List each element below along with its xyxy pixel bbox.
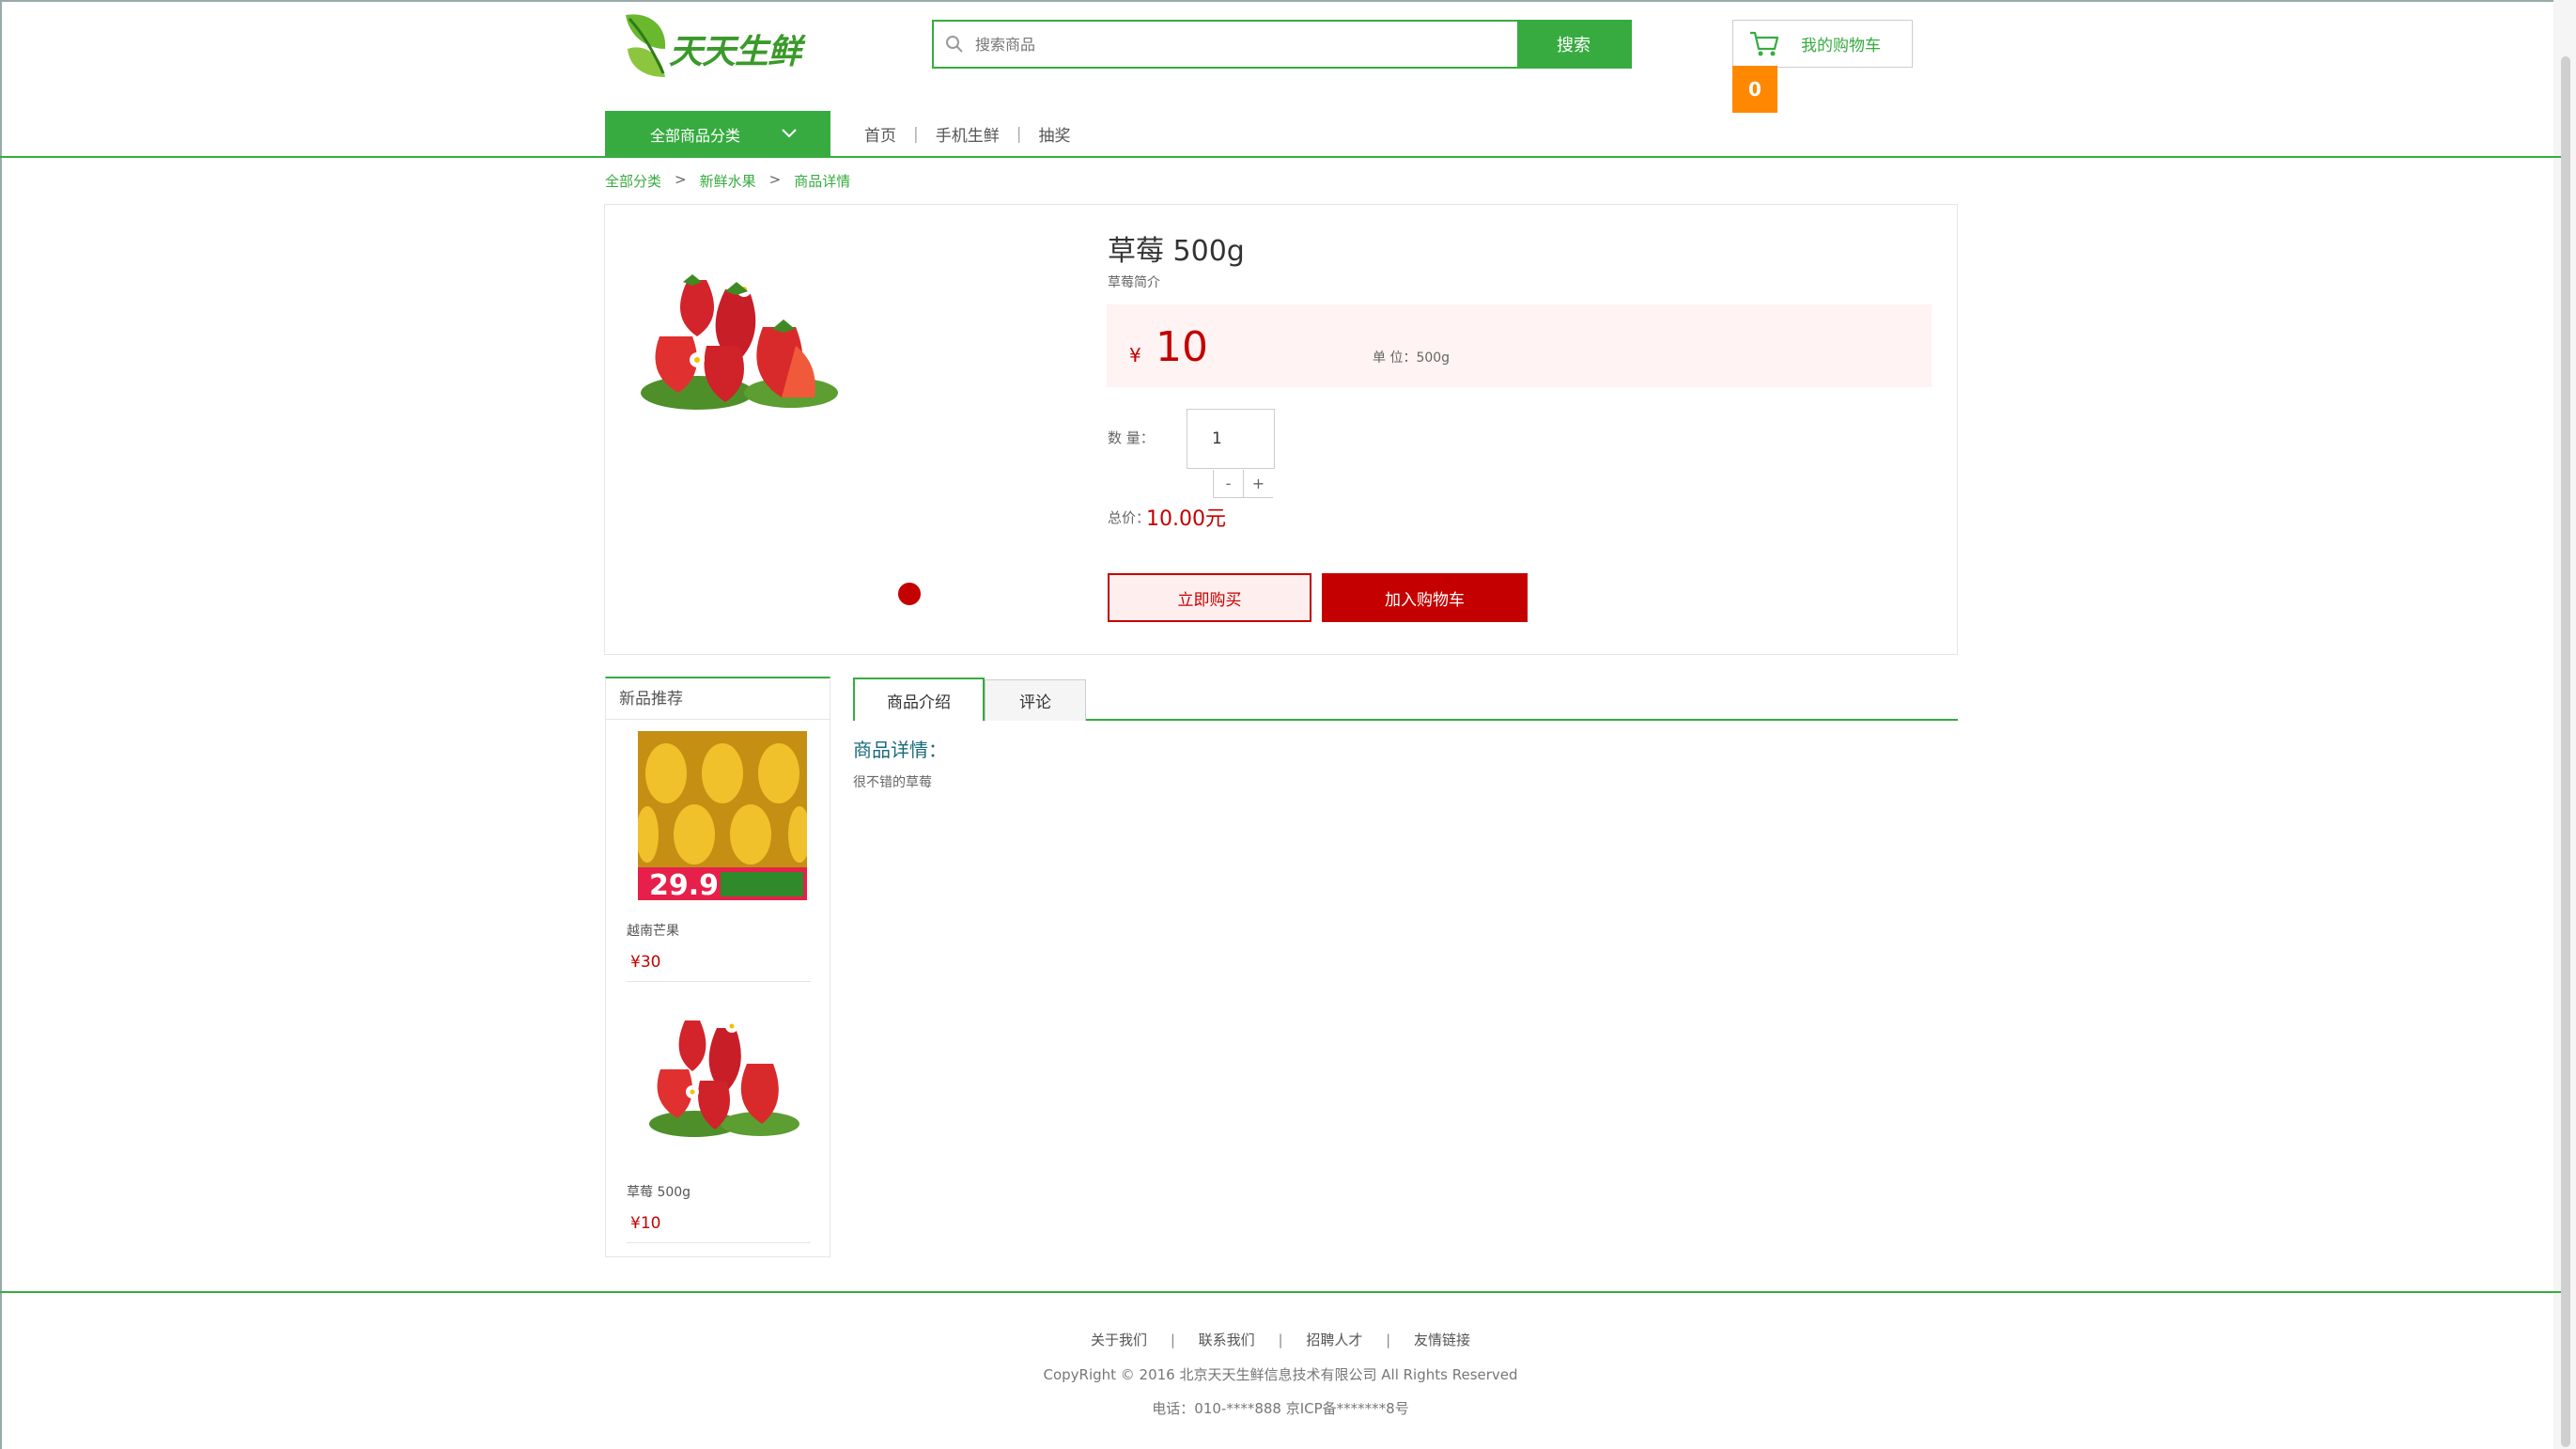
quantity-input[interactable]: 1 [1187,409,1275,469]
footer-separator: | [1386,1332,1391,1348]
detail-title: 商品详情： [853,739,947,761]
nav-link-mobile-fresh[interactable]: 手机生鲜 [936,122,1000,146]
total-price: 10.00元 [1146,507,1226,531]
total-price-label: 总价： [1108,509,1151,526]
chevron-down-icon [782,129,797,138]
search-bar: 搜索 [932,20,1632,69]
detail-text: 很不错的草莓 [853,775,932,790]
item-divider [627,1242,811,1243]
image-carousel-dot[interactable] [898,583,921,605]
main-nav: 首页 | 手机生鲜 | 抽奖 [864,122,1070,147]
footer-copyright: CopyRight © 2016 北京天天生鲜信息技术有限公司 All Righ… [1043,1366,1518,1383]
footer-contact-info: 电话：010-****888 京ICP备*******8号 [1152,1400,1409,1417]
tab-comments[interactable]: 评论 [985,679,1086,721]
my-cart-button[interactable]: 我的购物车 [1732,20,1913,68]
leaf-logo-icon [626,14,666,77]
scrollbar-thumb[interactable] [2561,56,2570,1447]
item-divider [627,981,811,982]
footer-link-friends[interactable]: 友情链接 [1414,1332,1470,1348]
product-brief: 草莓简介 [1108,275,1160,290]
strawberry-product-image [649,1020,799,1137]
new-product-price: ¥10 [630,1214,661,1233]
nav-link-home[interactable]: 首页 [864,122,896,146]
product-price: 10 [1156,323,1208,371]
nav-link-lottery[interactable]: 抽奖 [1038,122,1070,146]
footer-links: 关于我们 | 联系我们 | 招聘人才 | 友情链接 [0,1330,2561,1349]
new-product-item[interactable]: 29.9 越南芒果 ¥30 [627,731,811,982]
shopping-cart-icon [1750,31,1779,55]
cart-count-badge: 0 [1732,66,1777,113]
add-to-cart-button[interactable]: 加入购物车 [1322,573,1528,622]
breadcrumb-product-detail[interactable]: 商品详情 [794,171,850,191]
product-image [641,274,838,410]
product-tabs: 商品介绍 评论 [853,678,1958,721]
new-product-price: ¥30 [630,953,661,972]
new-products-title: 新品推荐 [606,678,830,720]
search-icon [946,36,963,53]
quantity-plus-button[interactable]: + [1243,470,1273,498]
breadcrumb-all-categories[interactable]: 全部分类 [605,171,661,191]
breadcrumb-fresh-fruit[interactable]: 新鲜水果 [700,171,756,191]
breadcrumb: 全部分类 > 新鲜水果 > 商品详情 [605,171,850,191]
breadcrumb-separator: > [675,171,687,188]
quantity-minus-button[interactable]: - [1213,470,1243,498]
nav-separator: | [913,124,919,144]
quantity-label: 数 量： [1108,429,1155,446]
product-unit: 单 位：500g [1373,351,1451,366]
nav-divider [0,156,2561,158]
site-logo[interactable]: 天天生鲜 [620,11,808,83]
currency-symbol: ¥ [1129,344,1141,366]
footer-link-contact[interactable]: 联系我们 [1199,1332,1255,1348]
mango-product-image: 29.9 [636,731,811,902]
product-title: 草莓 500g [1108,235,1245,268]
price-box: ¥ 10 单 位：500g [1107,304,1932,387]
scrollbar-track[interactable] [2553,0,2576,1449]
tab-product-intro[interactable]: 商品介绍 [853,678,985,721]
footer-separator: | [1170,1332,1175,1348]
logo-text: 天天生鲜 [669,33,801,71]
footer-link-careers[interactable]: 招聘人才 [1306,1332,1362,1348]
product-panel: 草莓 500g 草莓简介 ¥ 10 单 位：500g 数 量： 1 - + 总价… [604,204,1958,655]
nav-separator: | [1016,124,1022,144]
footer-separator: | [1278,1332,1283,1348]
cart-label: 我的购物车 [1801,37,1881,55]
search-input[interactable] [975,22,1539,67]
quantity-stepper: - + [1213,470,1273,498]
new-product-item[interactable]: 草莓 500g ¥10 [627,992,811,1243]
new-product-name: 越南芒果 [627,924,679,939]
footer-divider [0,1291,2561,1293]
all-categories-label: 全部商品分类 [650,127,741,145]
all-categories-menu[interactable]: 全部商品分类 [605,111,830,158]
search-box [934,22,1539,67]
new-product-name: 草莓 500g [627,1185,691,1200]
svg-text:29.9: 29.9 [649,869,719,900]
footer-link-about[interactable]: 关于我们 [1091,1332,1147,1348]
new-products-panel: 新品推荐 29.9 越南芒果 ¥30 草莓 500g ¥10 [605,677,830,1257]
buy-now-button[interactable]: 立即购买 [1108,573,1311,622]
breadcrumb-separator: > [768,171,782,188]
